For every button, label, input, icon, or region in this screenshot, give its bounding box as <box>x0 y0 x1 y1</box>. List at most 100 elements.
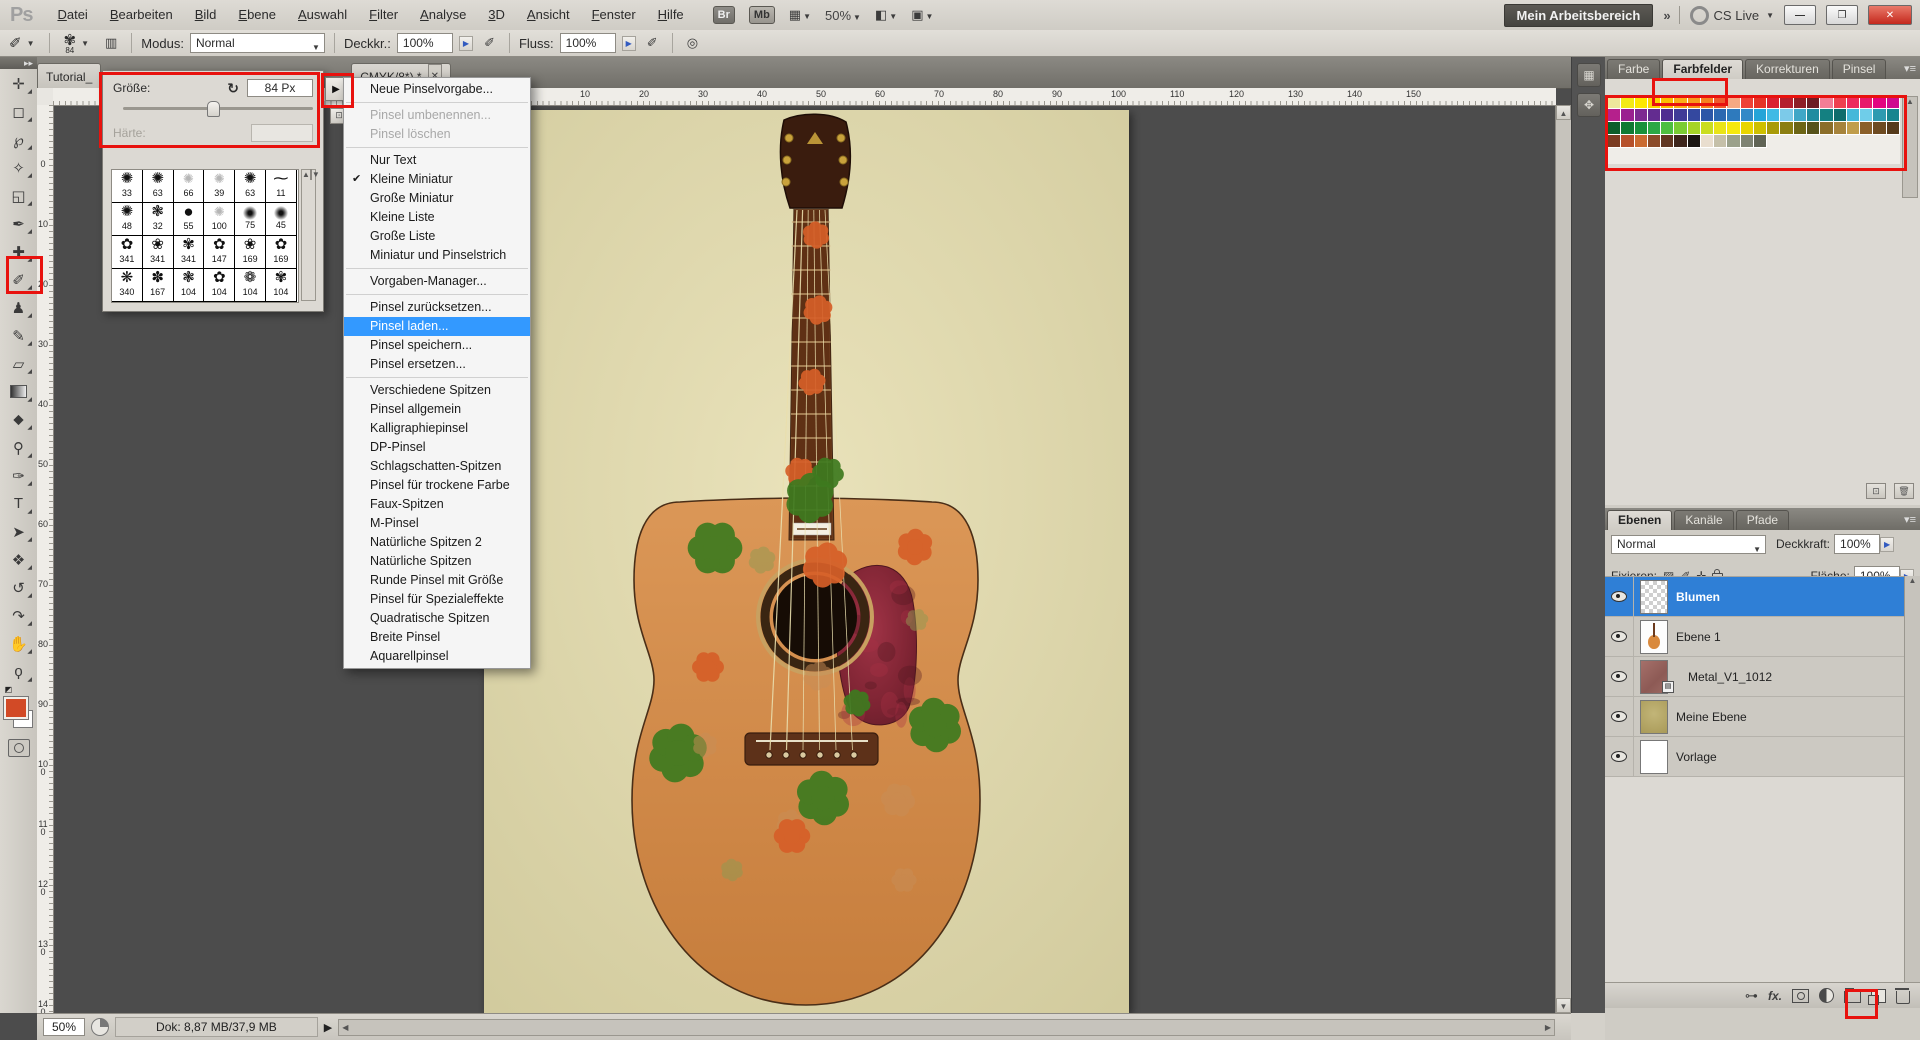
clone-stamp-tool[interactable]: ♟◢ <box>2 294 35 321</box>
color-swatch[interactable] <box>1847 96 1860 109</box>
color-swatch[interactable] <box>1727 96 1740 109</box>
brush-preset-104[interactable]: ❁104 <box>235 269 266 302</box>
tablet-opacity-icon[interactable]: ✐ <box>479 35 500 51</box>
minimize-button[interactable]: — <box>1784 5 1816 25</box>
deckkraft-slider-button[interactable]: ▶ <box>459 36 473 51</box>
tools-panel-header[interactable]: ▸▸ <box>0 57 37 69</box>
tool-preset-picker[interactable]: ✐▼ <box>4 34 40 52</box>
brush-tip-picker[interactable]: ✾ 84 ▼ <box>59 31 95 55</box>
color-swatch[interactable] <box>1741 96 1754 109</box>
status-menu-arrow[interactable]: ▶ <box>324 1021 332 1034</box>
color-swatch[interactable] <box>1754 135 1767 148</box>
history-brush-tool[interactable]: ✎◢ <box>2 322 35 349</box>
color-swatch[interactable] <box>1621 135 1634 148</box>
menu-item[interactable]: Pinsel zurücksetzen... <box>344 298 530 317</box>
color-swatch[interactable] <box>1635 109 1648 122</box>
menu-bild[interactable]: Bild <box>184 0 228 30</box>
healing-brush-tool[interactable]: ✚◢ <box>2 238 35 265</box>
visibility-toggle[interactable] <box>1605 737 1634 776</box>
crop-tool[interactable]: ◱◢ <box>2 182 35 209</box>
color-swatch[interactable] <box>1767 109 1780 122</box>
menu-hilfe[interactable]: Hilfe <box>647 0 695 30</box>
airbrush-toggle-icon[interactable]: ✐ <box>642 35 663 51</box>
new-group-icon[interactable] <box>1844 991 1861 1003</box>
foreground-color-swatch[interactable] <box>4 697 28 719</box>
menu-item[interactable]: Große Miniatur <box>344 189 530 208</box>
marquee-tool[interactable]: ◻◢ <box>2 98 35 125</box>
color-swatch[interactable] <box>1807 109 1820 122</box>
panel-menu-icon[interactable]: ▾≡ <box>1904 513 1916 526</box>
color-swatch[interactable] <box>1674 96 1687 109</box>
workspace-overflow-icon[interactable]: » <box>1663 8 1668 23</box>
color-swatch[interactable] <box>1887 109 1900 122</box>
brush-preset-147[interactable]: ✿147 <box>204 236 235 269</box>
reset-size-icon[interactable]: ↻ <box>227 80 239 97</box>
scroll-down-icon[interactable]: ▼ <box>1556 998 1571 1013</box>
color-swatch[interactable] <box>1688 135 1701 148</box>
color-swatch[interactable] <box>1767 96 1780 109</box>
zoom-tool[interactable]: ϙ◢ <box>2 658 35 685</box>
horizontal-scrollbar[interactable]: ◀ ▶ <box>338 1019 1555 1036</box>
color-swatch[interactable] <box>1701 135 1714 148</box>
color-swatch[interactable] <box>1754 109 1767 122</box>
color-swatch[interactable] <box>1847 122 1860 135</box>
scroll-right-icon[interactable]: ▶ <box>1545 1023 1551 1032</box>
color-swatch[interactable] <box>1608 122 1621 135</box>
color-swatch[interactable] <box>1860 122 1873 135</box>
color-swatch[interactable] <box>1635 135 1648 148</box>
brush-preset-104[interactable]: ❃104 <box>174 269 205 302</box>
color-swatch[interactable] <box>1648 122 1661 135</box>
color-swatch[interactable] <box>1661 135 1674 148</box>
color-swatch[interactable] <box>1727 135 1740 148</box>
gradient-tool[interactable]: ◢ <box>2 378 35 405</box>
move-tool[interactable]: ✛◢ <box>2 70 35 97</box>
brush-preset-341[interactable]: ✿341 <box>112 236 143 269</box>
brush-preset-341[interactable]: ✾341 <box>174 236 205 269</box>
canvas[interactable] <box>484 110 1129 1013</box>
color-swatch[interactable] <box>1688 122 1701 135</box>
menu-item[interactable]: Pinsel allgemein <box>344 400 530 419</box>
color-swatch[interactable] <box>1648 135 1661 148</box>
menu-ebene[interactable]: Ebene <box>227 0 287 30</box>
color-swatch[interactable] <box>1674 122 1687 135</box>
layer-row-ebene-1[interactable]: Ebene 1 <box>1605 617 1905 657</box>
hand-tool[interactable]: ✋◢ <box>2 630 35 657</box>
color-swatch[interactable] <box>1860 96 1873 109</box>
zoom-percent-field[interactable]: 50% <box>43 1018 85 1036</box>
menu-item[interactable]: Kleine Liste <box>344 208 530 227</box>
quick-mask-button[interactable] <box>8 739 30 757</box>
color-swatch[interactable] <box>1714 122 1727 135</box>
brush-preset-45[interactable]: 45 <box>266 203 297 236</box>
collapsed-panel-icon-1[interactable]: ▦ <box>1577 63 1601 87</box>
color-swatch[interactable] <box>1767 122 1780 135</box>
close-button[interactable]: ✕ <box>1868 5 1912 25</box>
fluss-field[interactable]: 100% <box>560 33 616 53</box>
brush-tool[interactable]: ✐◢ <box>2 266 35 293</box>
color-swatch[interactable] <box>1887 96 1900 109</box>
menu-item[interactable]: Pinsel ersetzen... <box>344 355 530 374</box>
brush-preset-48[interactable]: ✺48 <box>112 203 143 236</box>
menu-item[interactable]: Verschiedene Spitzen <box>344 381 530 400</box>
delete-swatch-button[interactable]: 🗑 <box>1894 483 1914 499</box>
brush-preset-169[interactable]: ✿169 <box>266 236 297 269</box>
collapsed-panel-icon-2[interactable]: ✥ <box>1577 93 1601 117</box>
color-swatch[interactable] <box>1741 122 1754 135</box>
pen-tool[interactable]: ✑◢ <box>2 462 35 489</box>
brush-preset-169[interactable]: ❀169 <box>235 236 266 269</box>
color-swatch[interactable] <box>1847 109 1860 122</box>
menu-ansicht[interactable]: Ansicht <box>516 0 581 30</box>
color-swatch[interactable] <box>1635 122 1648 135</box>
layer-thumbnail[interactable] <box>1640 580 1668 614</box>
color-swatch[interactable] <box>1608 109 1621 122</box>
color-swatch[interactable] <box>1661 96 1674 109</box>
groesse-value-field[interactable]: 84 Px <box>247 79 313 97</box>
color-swatch[interactable] <box>1860 109 1873 122</box>
new-swatch-button[interactable]: ⊡ <box>1866 483 1886 499</box>
brush-preset-66[interactable]: ✺66 <box>174 170 205 203</box>
menu-item[interactable]: Miniatur und Pinselstrich <box>344 246 530 265</box>
tab-pfade[interactable]: Pfade <box>1736 510 1789 530</box>
adjustment-layer-icon[interactable] <box>1819 988 1834 1003</box>
color-swatch[interactable] <box>1834 96 1847 109</box>
default-colors-icon[interactable]: ◩ <box>5 685 13 694</box>
brush-preset-104[interactable]: ✿104 <box>204 269 235 302</box>
